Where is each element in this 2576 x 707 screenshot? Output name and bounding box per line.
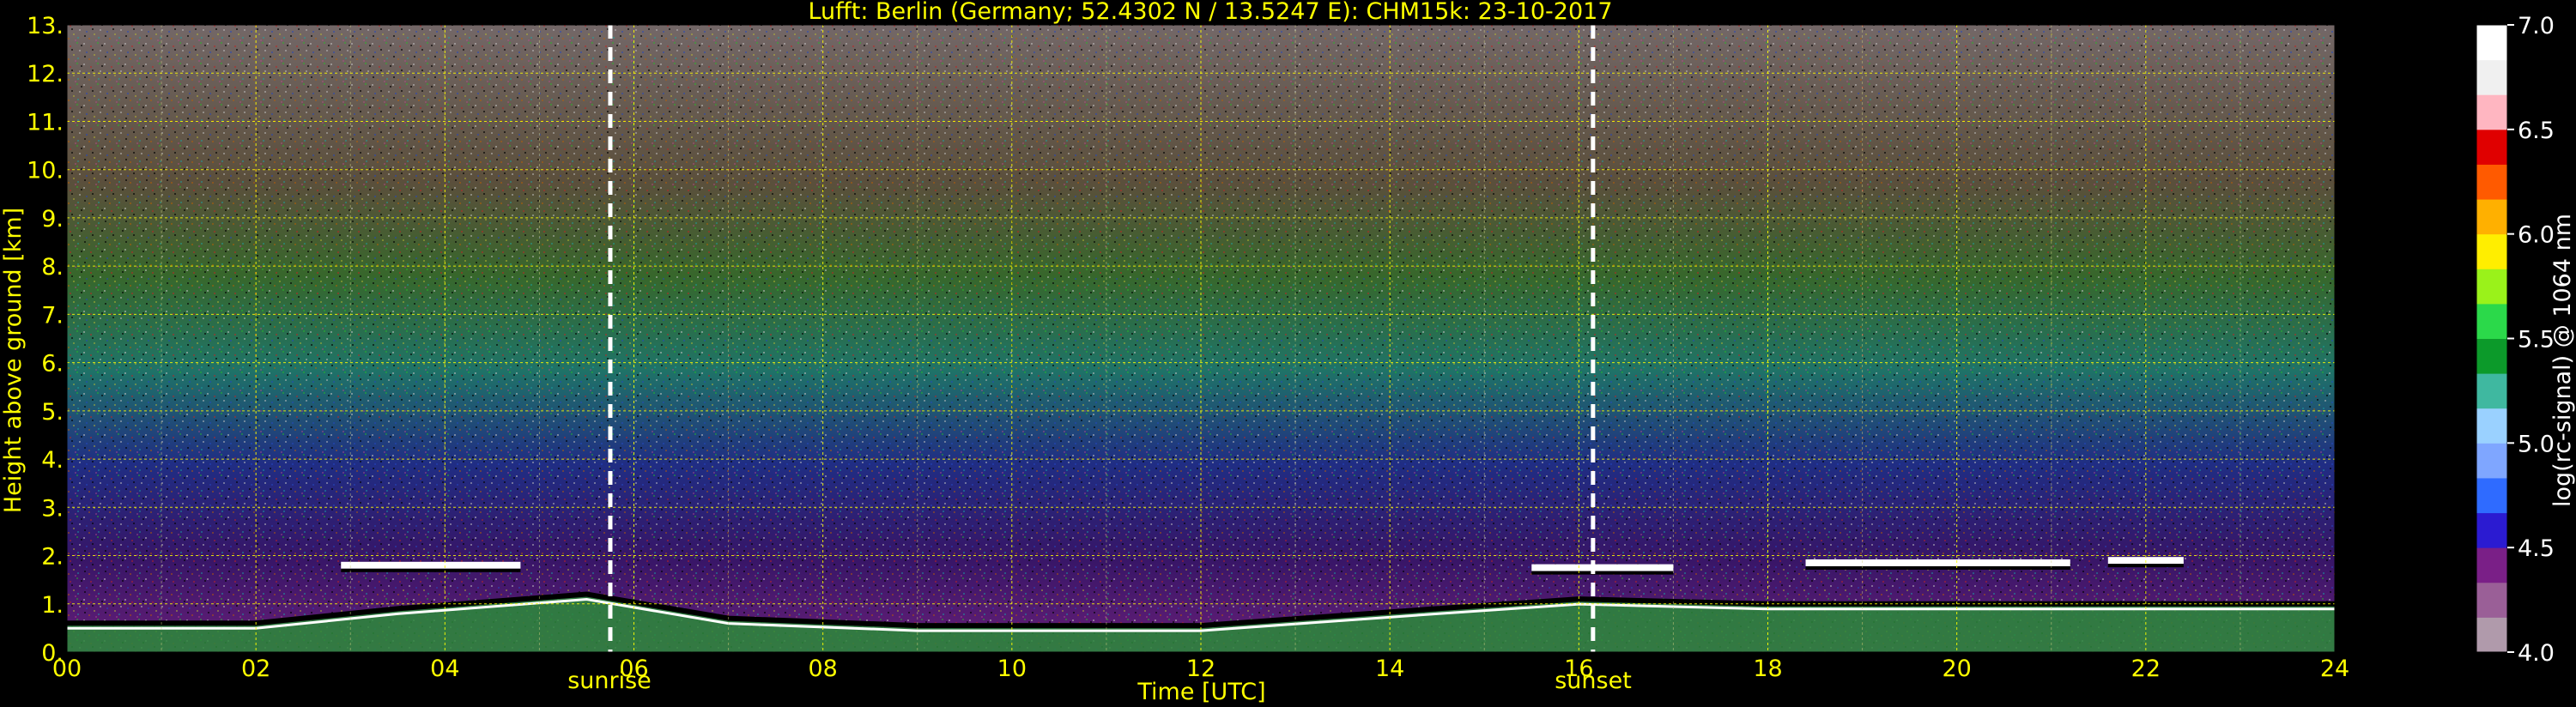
y-tick-label: 11. <box>27 109 64 136</box>
cloud-layer-shadow <box>341 568 521 572</box>
y-tick-label: 1. <box>41 592 64 619</box>
colorbar-tick-labels: 4.04.55.05.56.06.57.0 <box>2507 13 2555 667</box>
cloud-layer-shadow <box>1805 565 2070 570</box>
colorbar <box>2476 24 2508 653</box>
colorbar-segment <box>2476 373 2507 409</box>
x-tick-label: 04 <box>430 656 459 682</box>
colorbar-segment <box>2476 233 2507 269</box>
ceilometer-plot: Lufft: Berlin (Germany; 52.4302 N / 13.5… <box>0 0 2576 705</box>
colorbar-segment <box>2476 338 2507 374</box>
y-tick-labels: 0. 1. 2. 3. 4. 5. 6. 7. 8. 9. 10. 11. 12. 13. <box>27 13 64 667</box>
y-tick-label: 9. <box>41 206 64 233</box>
cloud-layer <box>341 561 521 569</box>
colorbar-segment <box>2476 269 2507 305</box>
x-tick-label: 20 <box>1942 656 1971 682</box>
colorbar-segment <box>2476 94 2507 130</box>
y-tick-label: 6. <box>41 351 64 378</box>
colorbar-segment <box>2476 408 2507 444</box>
y-axis-label: Height above ground [km] <box>0 208 27 513</box>
colorbar-segment <box>2476 582 2507 618</box>
sunset-label: sunset <box>1555 668 1632 694</box>
y-tick-label: 0. <box>41 640 64 667</box>
cloud-layer <box>1531 564 1674 571</box>
y-tick-label: 10. <box>27 158 64 184</box>
colorbar-segment <box>2476 443 2507 479</box>
x-tick-label: 18 <box>1753 656 1782 682</box>
x-tick-label: 02 <box>241 656 270 682</box>
colorbar-segment <box>2476 199 2507 235</box>
cloud-layer-shadow <box>1531 571 1674 575</box>
colorbar-segment <box>2476 164 2507 200</box>
colorbar-segment <box>2476 477 2507 514</box>
colorbar-tick-label: 6.5 <box>2518 118 2555 144</box>
colorbar-tick-label: 7.0 <box>2518 13 2555 39</box>
chart-title: Lufft: Berlin (Germany; 52.4302 N / 13.5… <box>808 0 1612 25</box>
colorbar-segment <box>2476 303 2507 339</box>
colorbar-segment <box>2476 547 2507 583</box>
colorbar-tick-label: 4.0 <box>2518 640 2555 667</box>
x-tick-label: 10 <box>997 656 1027 682</box>
y-tick-label: 4. <box>41 447 64 474</box>
colorbar-segment <box>2476 617 2507 653</box>
y-tick-label: 13. <box>27 13 64 39</box>
sunrise-label: sunrise <box>567 668 652 694</box>
y-tick-label: 3. <box>41 495 64 522</box>
cloud-layer <box>1805 559 2070 566</box>
colorbar-segment <box>2476 59 2507 95</box>
plot-area <box>66 24 2336 653</box>
x-tick-label: 08 <box>808 656 837 682</box>
x-axis-label: Time [UTC] <box>1136 679 1265 705</box>
x-tick-label: 22 <box>2131 656 2161 682</box>
y-tick-label: 2. <box>41 544 64 571</box>
y-tick-label: 8. <box>41 254 64 281</box>
colorbar-segment <box>2476 25 2507 61</box>
y-tick-label: 5. <box>41 399 64 426</box>
y-tick-label: 12. <box>27 61 64 88</box>
colorbar-segment <box>2476 129 2507 165</box>
x-tick-label: 14 <box>1375 656 1404 682</box>
colorbar-segment <box>2476 512 2507 548</box>
x-tick-label: 24 <box>2320 656 2349 682</box>
colorbar-label: log(rc-signal) @ 1064 nm <box>2549 214 2576 507</box>
y-tick-label: 7. <box>41 302 64 329</box>
colorbar-tick-label: 4.5 <box>2518 535 2555 562</box>
